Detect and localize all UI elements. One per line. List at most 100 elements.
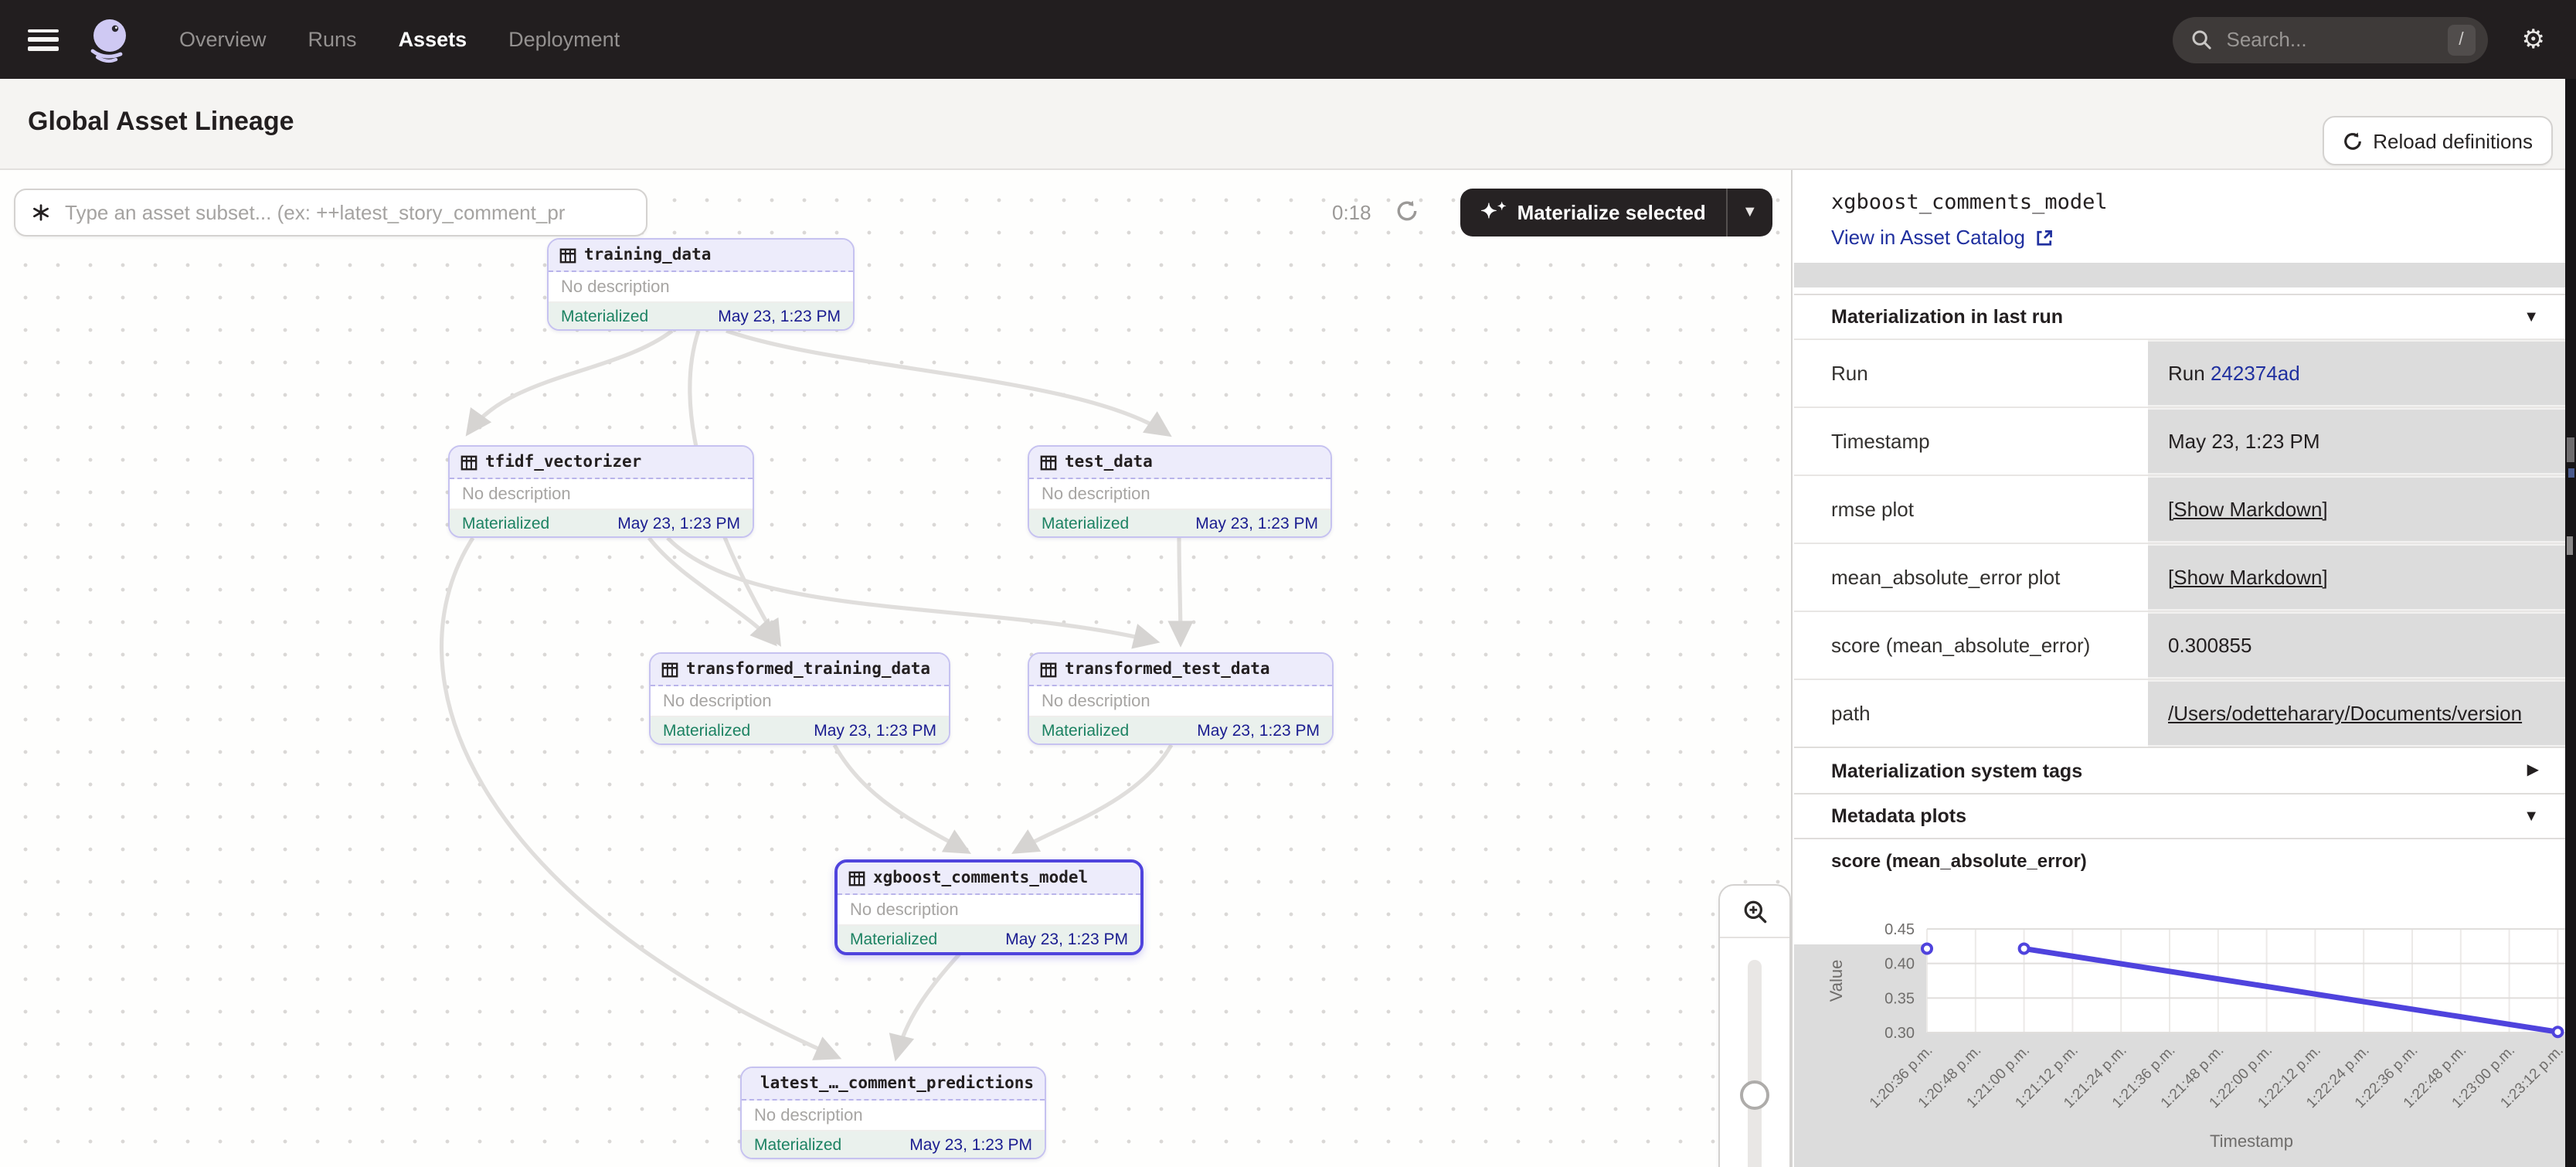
- panel-divider-band: [1794, 263, 2567, 287]
- edge: [649, 538, 774, 643]
- metadata-key: rmse plot: [1794, 476, 2148, 543]
- section-label: Materialization system tags: [1831, 760, 2082, 781]
- asset-name: test_data: [1065, 453, 1153, 471]
- status-badge: Materialized: [462, 514, 549, 532]
- nav-tab-runs[interactable]: Runs: [308, 28, 357, 51]
- table-icon: [1040, 454, 1057, 471]
- metadata-value: /Users/odetteharary/Documents/version: [2148, 680, 2567, 747]
- zoom-controls: [1718, 884, 1791, 1167]
- table-row: path /Users/odetteharary/Documents/versi…: [1794, 679, 2567, 747]
- status-badge: Materialized: [1042, 721, 1129, 740]
- chevron-right-icon: ▶: [2527, 762, 2539, 779]
- edge: [442, 538, 838, 1057]
- asset-subset-filter[interactable]: [14, 189, 647, 236]
- nav-tab-assets[interactable]: Assets: [399, 28, 467, 51]
- asset-description: No description: [1029, 686, 1332, 717]
- refresh-icon[interactable]: [1395, 199, 1419, 223]
- status-badge: Materialized: [1042, 514, 1129, 532]
- status-badge: Materialized: [850, 930, 937, 948]
- zoom-slider-handle[interactable]: [1740, 1080, 1769, 1110]
- asset-node-latest-comment-predictions[interactable]: latest_…_comment_predictions No descript…: [740, 1067, 1046, 1159]
- chevron-down-icon: ▼: [2523, 308, 2539, 325]
- asset-node-xgboost-comments-model[interactable]: xgboost_comments_model No description Ma…: [834, 859, 1144, 955]
- section-metadata-plots[interactable]: Metadata plots ▼: [1794, 793, 2567, 839]
- metadata-table: Run Run 242374ad Timestamp May 23, 1:23 …: [1794, 339, 2567, 747]
- asset-lineage-graph[interactable]: 0:18 ✦✦ Materialize selected ▼ training_…: [0, 170, 1793, 1167]
- table-icon: [460, 454, 477, 471]
- section-label: Materialization in last run: [1831, 306, 2063, 328]
- edge: [726, 331, 1168, 434]
- show-markdown-link[interactable]: [Show Markdown]: [2168, 566, 2328, 589]
- nav-tabs: Overview Runs Assets Deployment: [179, 28, 620, 51]
- view-in-asset-catalog-link[interactable]: View in Asset Catalog: [1831, 226, 2053, 249]
- run-id-link[interactable]: 242374ad: [2211, 362, 2300, 385]
- nav-tab-deployment[interactable]: Deployment: [508, 28, 620, 51]
- table-icon: [1040, 661, 1057, 678]
- asset-description: No description: [549, 272, 853, 303]
- metadata-key: Run: [1794, 340, 2148, 407]
- table-icon: [661, 661, 678, 678]
- dagster-logo[interactable]: [83, 15, 133, 64]
- external-link-icon: [2034, 228, 2053, 247]
- asset-name: training_data: [584, 246, 711, 264]
- asset-node-tfidf-vectorizer[interactable]: tfidf_vectorizer No description Material…: [448, 445, 754, 538]
- search-input[interactable]: [2224, 26, 2448, 53]
- reload-definitions-label: Reload definitions: [2373, 129, 2533, 152]
- asset-description: No description: [1029, 479, 1330, 510]
- page-title: Global Asset Lineage: [28, 107, 294, 138]
- edge: [468, 331, 672, 433]
- sparkle-icon: ✦✦: [1480, 201, 1507, 221]
- asset-node-test-data[interactable]: test_data No description Materialized May…: [1028, 445, 1332, 538]
- section-materialization-in-last-run[interactable]: Materialization in last run ▼: [1794, 294, 2567, 339]
- refresh-timer: 0:18: [1332, 201, 1371, 224]
- materialize-selected-button[interactable]: ✦✦ Materialize selected: [1460, 189, 1726, 236]
- zoom-slider-track[interactable]: [1748, 960, 1762, 1167]
- asset-description: No description: [742, 1101, 1045, 1131]
- asset-node-transformed-training-data[interactable]: transformed_training_data No description…: [649, 652, 950, 745]
- materialize-dropdown-caret[interactable]: ▼: [1726, 189, 1772, 236]
- search-icon: [2191, 29, 2211, 49]
- zoom-in-button[interactable]: [1720, 886, 1789, 938]
- table-row: rmse plot [Show Markdown]: [1794, 475, 2567, 543]
- status-badge: Materialized: [663, 721, 750, 740]
- asset-node-transformed-test-data[interactable]: transformed_test_data No description Mat…: [1028, 652, 1334, 745]
- edge: [1179, 538, 1181, 643]
- section-label: Metadata plots: [1831, 805, 1966, 827]
- section-materialization-system-tags[interactable]: Materialization system tags ▶: [1794, 747, 2567, 793]
- reload-icon: [2342, 131, 2362, 151]
- metadata-value: Run 242374ad: [2148, 340, 2567, 407]
- metadata-key: score (mean_absolute_error): [1794, 612, 2148, 679]
- table-row: score (mean_absolute_error) 0.300855: [1794, 611, 2567, 679]
- path-link[interactable]: /Users/odetteharary/Documents/version: [2168, 702, 2522, 725]
- chevron-down-icon: ▼: [2523, 808, 2539, 825]
- table-icon: [848, 869, 865, 886]
- nav-tab-overview[interactable]: Overview: [179, 28, 267, 51]
- materialize-selected-split-button: ✦✦ Materialize selected ▼: [1460, 189, 1772, 236]
- page-header: Global Asset Lineage Reload definitions: [0, 79, 2576, 170]
- asset-graph-icon: [31, 202, 51, 223]
- asset-node-training-data[interactable]: training_data No description Materialize…: [547, 238, 855, 331]
- hamburger-menu-icon[interactable]: [28, 29, 59, 50]
- gear-icon[interactable]: ⚙: [2522, 26, 2546, 53]
- global-search[interactable]: /: [2173, 16, 2488, 63]
- materialization-timestamp: May 23, 1:23 PM: [617, 514, 740, 532]
- metadata-key: path: [1794, 680, 2148, 747]
- top-nav: Overview Runs Assets Deployment / ⚙: [0, 0, 2576, 79]
- metadata-key: mean_absolute_error plot: [1794, 544, 2148, 611]
- asset-name: tfidf_vectorizer: [485, 453, 641, 471]
- edge: [668, 538, 1156, 641]
- svg-text:Timestamp: Timestamp: [2210, 1131, 2293, 1151]
- asset-description: No description: [450, 479, 753, 510]
- materialize-selected-label: Materialize selected: [1517, 201, 1706, 224]
- run-prefix: Run: [2168, 362, 2205, 385]
- show-markdown-link[interactable]: [Show Markdown]: [2168, 498, 2328, 521]
- reload-definitions-button[interactable]: Reload definitions: [2322, 116, 2553, 165]
- materialization-timestamp: May 23, 1:23 PM: [1195, 514, 1318, 532]
- asset-subset-input[interactable]: [62, 199, 630, 226]
- metadata-plot-title: score (mean_absolute_error): [1831, 850, 2087, 872]
- table-row: Run Run 242374ad: [1794, 339, 2567, 407]
- zoom-slider: [1720, 938, 1789, 1167]
- edge: [896, 952, 961, 1057]
- metadata-value: May 23, 1:23 PM: [2148, 408, 2567, 475]
- svg-text:Value: Value: [1827, 960, 1846, 1002]
